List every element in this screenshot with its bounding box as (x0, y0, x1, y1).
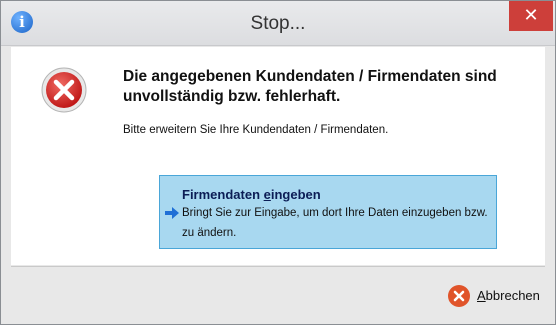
enter-company-data-button[interactable]: Firmendaten eingeben Bringt Sie zur Eing… (159, 175, 497, 249)
dialog-footer: Abbrechen (11, 266, 545, 319)
title-bar[interactable]: i Stop... ✕ (1, 1, 555, 46)
command-link-title: Firmendaten eingeben (182, 187, 321, 202)
close-icon: ✕ (523, 5, 539, 25)
error-icon (41, 67, 87, 113)
cancel-label: Abbrechen (477, 288, 540, 303)
window-title: Stop... (250, 13, 306, 34)
dialog-heading: Die angegebenen Kundendaten / Firmendate… (123, 68, 497, 105)
close-button[interactable]: ✕ (509, 1, 553, 31)
command-link-description: Bringt Sie zur Eingabe, um dort Ihre Dat… (182, 207, 488, 239)
cancel-icon (448, 285, 470, 307)
dialog-message: Bitte erweitern Sie Ihre Kundendaten / F… (123, 124, 389, 136)
dialog-window: i Stop... ✕ Die angegebenen Kundendaten … (0, 0, 556, 325)
dialog-content: Die angegebenen Kundendaten / Firmendate… (11, 47, 545, 265)
access-key: e (263, 187, 271, 202)
arrow-right-icon (165, 207, 179, 219)
